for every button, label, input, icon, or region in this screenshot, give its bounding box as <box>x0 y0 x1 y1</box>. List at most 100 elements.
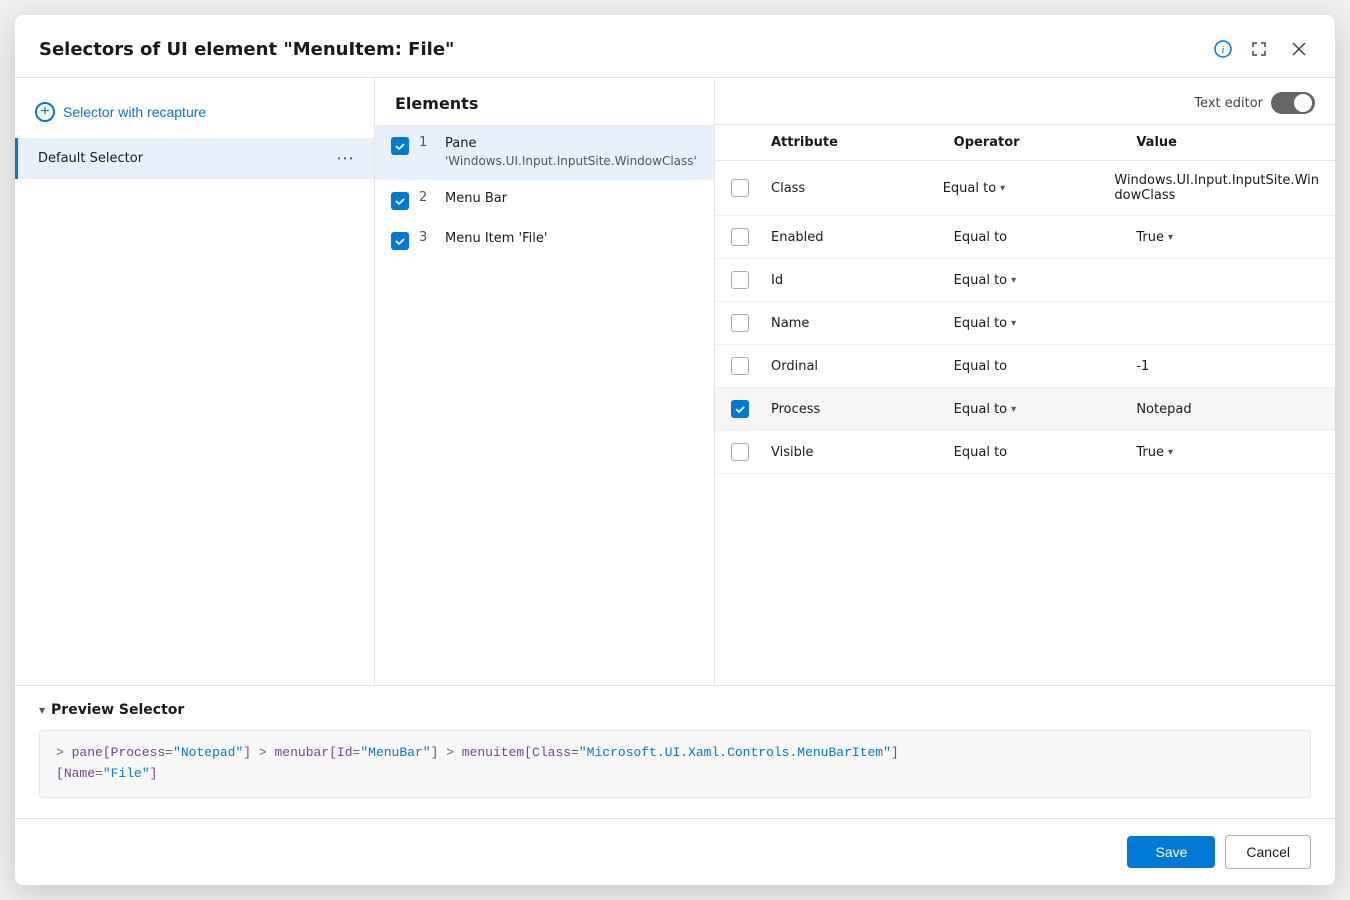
attr-name-enabled: Enabled <box>771 230 954 245</box>
add-selector-button[interactable]: + Selector with recapture <box>15 94 374 130</box>
attr-operator-class[interactable]: Equal to ▾ <box>943 181 1115 196</box>
attr-checkbox-visible[interactable] <box>731 443 749 461</box>
code-element-menubar: menubar <box>275 745 330 760</box>
code-attr-id: Id <box>337 745 353 760</box>
code-val-class: "Microsoft.UI.Xaml.Controls.MenuBarItem" <box>579 745 891 760</box>
main-content: + Selector with recapture Default Select… <box>15 78 1335 685</box>
element-checkbox-2[interactable] <box>391 192 409 210</box>
center-panel: Elements 1 Pane 'Windows.UI.Input.InputS… <box>375 78 715 685</box>
attr-operator-id[interactable]: Equal to ▾ <box>954 273 1137 288</box>
attr-col-operator: Operator <box>954 135 1137 150</box>
selector-list: Default Selector ⋯ <box>15 138 374 179</box>
attr-name-name: Name <box>771 316 954 331</box>
code-bracket-3: [ <box>329 745 337 760</box>
code-eq-4: = <box>95 766 103 781</box>
dialog-title: Selectors of UI element "MenuItem: File" <box>39 39 1203 60</box>
expand-button[interactable] <box>1243 33 1275 65</box>
sidebar: + Selector with recapture Default Select… <box>15 78 375 685</box>
text-editor-label: Text editor <box>1194 96 1263 111</box>
chevron-down-icon-visible[interactable]: ▾ <box>1168 447 1173 458</box>
selector-item-label: Default Selector <box>38 151 143 166</box>
attr-row-visible: Visible Equal to True ▾ <box>715 431 1335 474</box>
element-list: 1 Pane 'Windows.UI.Input.InputSite.Windo… <box>375 125 714 260</box>
element-name-3: Menu Item 'File' <box>445 230 547 248</box>
collapse-icon: ▾ <box>39 703 45 717</box>
attr-checkbox-name[interactable] <box>731 314 749 332</box>
attributes-header-row: Text editor <box>715 78 1335 125</box>
chevron-down-icon-name: ▾ <box>1011 318 1016 329</box>
code-bracket-1: [ <box>103 745 111 760</box>
code-eq-3: = <box>571 745 579 760</box>
code-attr-class: Class <box>532 745 571 760</box>
code-bracket-6: ] <box>891 745 899 760</box>
elements-header: Elements <box>375 78 714 125</box>
cancel-button[interactable]: Cancel <box>1225 835 1311 869</box>
chevron-down-icon: ▾ <box>1000 183 1005 194</box>
code-val-notepad: "Notepad" <box>173 745 243 760</box>
code-element-menuitem: menuitem <box>462 745 524 760</box>
chevron-down-icon-enabled[interactable]: ▾ <box>1168 232 1173 243</box>
dialog: Selectors of UI element "MenuItem: File"… <box>15 15 1335 885</box>
more-options-icon[interactable]: ⋯ <box>336 148 354 169</box>
attr-value-visible: True ▾ <box>1136 445 1319 460</box>
attr-value-enabled: True ▾ <box>1136 230 1319 245</box>
element-name-1: Pane <box>445 135 697 153</box>
attr-name-id: Id <box>771 273 954 288</box>
chevron-down-icon-process: ▾ <box>1011 404 1016 415</box>
element-item-3[interactable]: 3 Menu Item 'File' <box>375 220 714 260</box>
element-checkbox-1[interactable] <box>391 137 409 155</box>
attr-name-visible: Visible <box>771 445 954 460</box>
attr-col-attribute: Attribute <box>771 135 954 150</box>
attr-operator-visible[interactable]: Equal to <box>954 445 1137 460</box>
title-actions <box>1243 33 1315 65</box>
code-val-menubar: "MenuBar" <box>360 745 430 760</box>
close-button[interactable] <box>1283 33 1315 65</box>
chevron-down-icon-id: ▾ <box>1011 275 1016 286</box>
code-bracket-5: [ <box>524 745 532 760</box>
attr-checkbox-ordinal[interactable] <box>731 357 749 375</box>
attr-row-class: Class Equal to ▾ Windows.UI.Input.InputS… <box>715 161 1335 216</box>
attr-checkbox-id[interactable] <box>731 271 749 289</box>
attr-row-name: Name Equal to ▾ <box>715 302 1335 345</box>
element-item-1[interactable]: 1 Pane 'Windows.UI.Input.InputSite.Windo… <box>375 125 714 180</box>
attr-row-ordinal: Ordinal Equal to -1 <box>715 345 1335 388</box>
save-button[interactable]: Save <box>1127 836 1215 868</box>
element-sub-1: 'Windows.UI.Input.InputSite.WindowClass' <box>445 153 697 170</box>
code-attr-name2: Name <box>64 766 95 781</box>
attr-value-process: Notepad <box>1136 402 1319 417</box>
attr-checkbox-process[interactable] <box>731 400 749 418</box>
svg-text:i: i <box>1221 44 1224 56</box>
attr-col-value: Value <box>1136 135 1319 150</box>
attr-operator-name[interactable]: Equal to ▾ <box>954 316 1137 331</box>
element-number-3: 3 <box>419 230 435 245</box>
attributes-panel: Text editor Attribute Operator Value Cla… <box>715 78 1335 685</box>
attr-table-header: Attribute Operator Value <box>715 125 1335 161</box>
code-bracket-2: ] <box>243 745 251 760</box>
attr-name-class: Class <box>771 181 943 196</box>
element-number-2: 2 <box>419 190 435 205</box>
element-checkbox-3[interactable] <box>391 232 409 250</box>
code-symbol-2: > <box>251 745 274 760</box>
attr-name-process: Process <box>771 402 954 417</box>
text-editor-toggle[interactable] <box>1271 92 1315 114</box>
preview-section: ▾ Preview Selector > pane[Process="Notep… <box>15 685 1335 818</box>
attr-row-enabled: Enabled Equal to True ▾ <box>715 216 1335 259</box>
element-name-2: Menu Bar <box>445 190 507 208</box>
attr-checkbox-enabled[interactable] <box>731 228 749 246</box>
attr-operator-ordinal[interactable]: Equal to <box>954 359 1137 374</box>
footer: Save Cancel <box>15 818 1335 885</box>
preview-header[interactable]: ▾ Preview Selector <box>39 702 1311 718</box>
code-bracket-8: ] <box>150 766 158 781</box>
attr-operator-process[interactable]: Equal to ▾ <box>954 402 1137 417</box>
attr-name-ordinal: Ordinal <box>771 359 954 374</box>
element-number-1: 1 <box>419 135 435 150</box>
element-item-2[interactable]: 2 Menu Bar <box>375 180 714 220</box>
attr-checkbox-class[interactable] <box>731 179 749 197</box>
code-eq-1: = <box>165 745 173 760</box>
info-icon[interactable]: i <box>1213 39 1233 59</box>
selector-item[interactable]: Default Selector ⋯ <box>15 138 374 179</box>
attr-row-process: Process Equal to ▾ Notepad <box>715 388 1335 431</box>
attr-value-ordinal: -1 <box>1136 359 1319 374</box>
attr-operator-enabled[interactable]: Equal to <box>954 230 1137 245</box>
preview-header-text: Preview Selector <box>51 702 184 718</box>
